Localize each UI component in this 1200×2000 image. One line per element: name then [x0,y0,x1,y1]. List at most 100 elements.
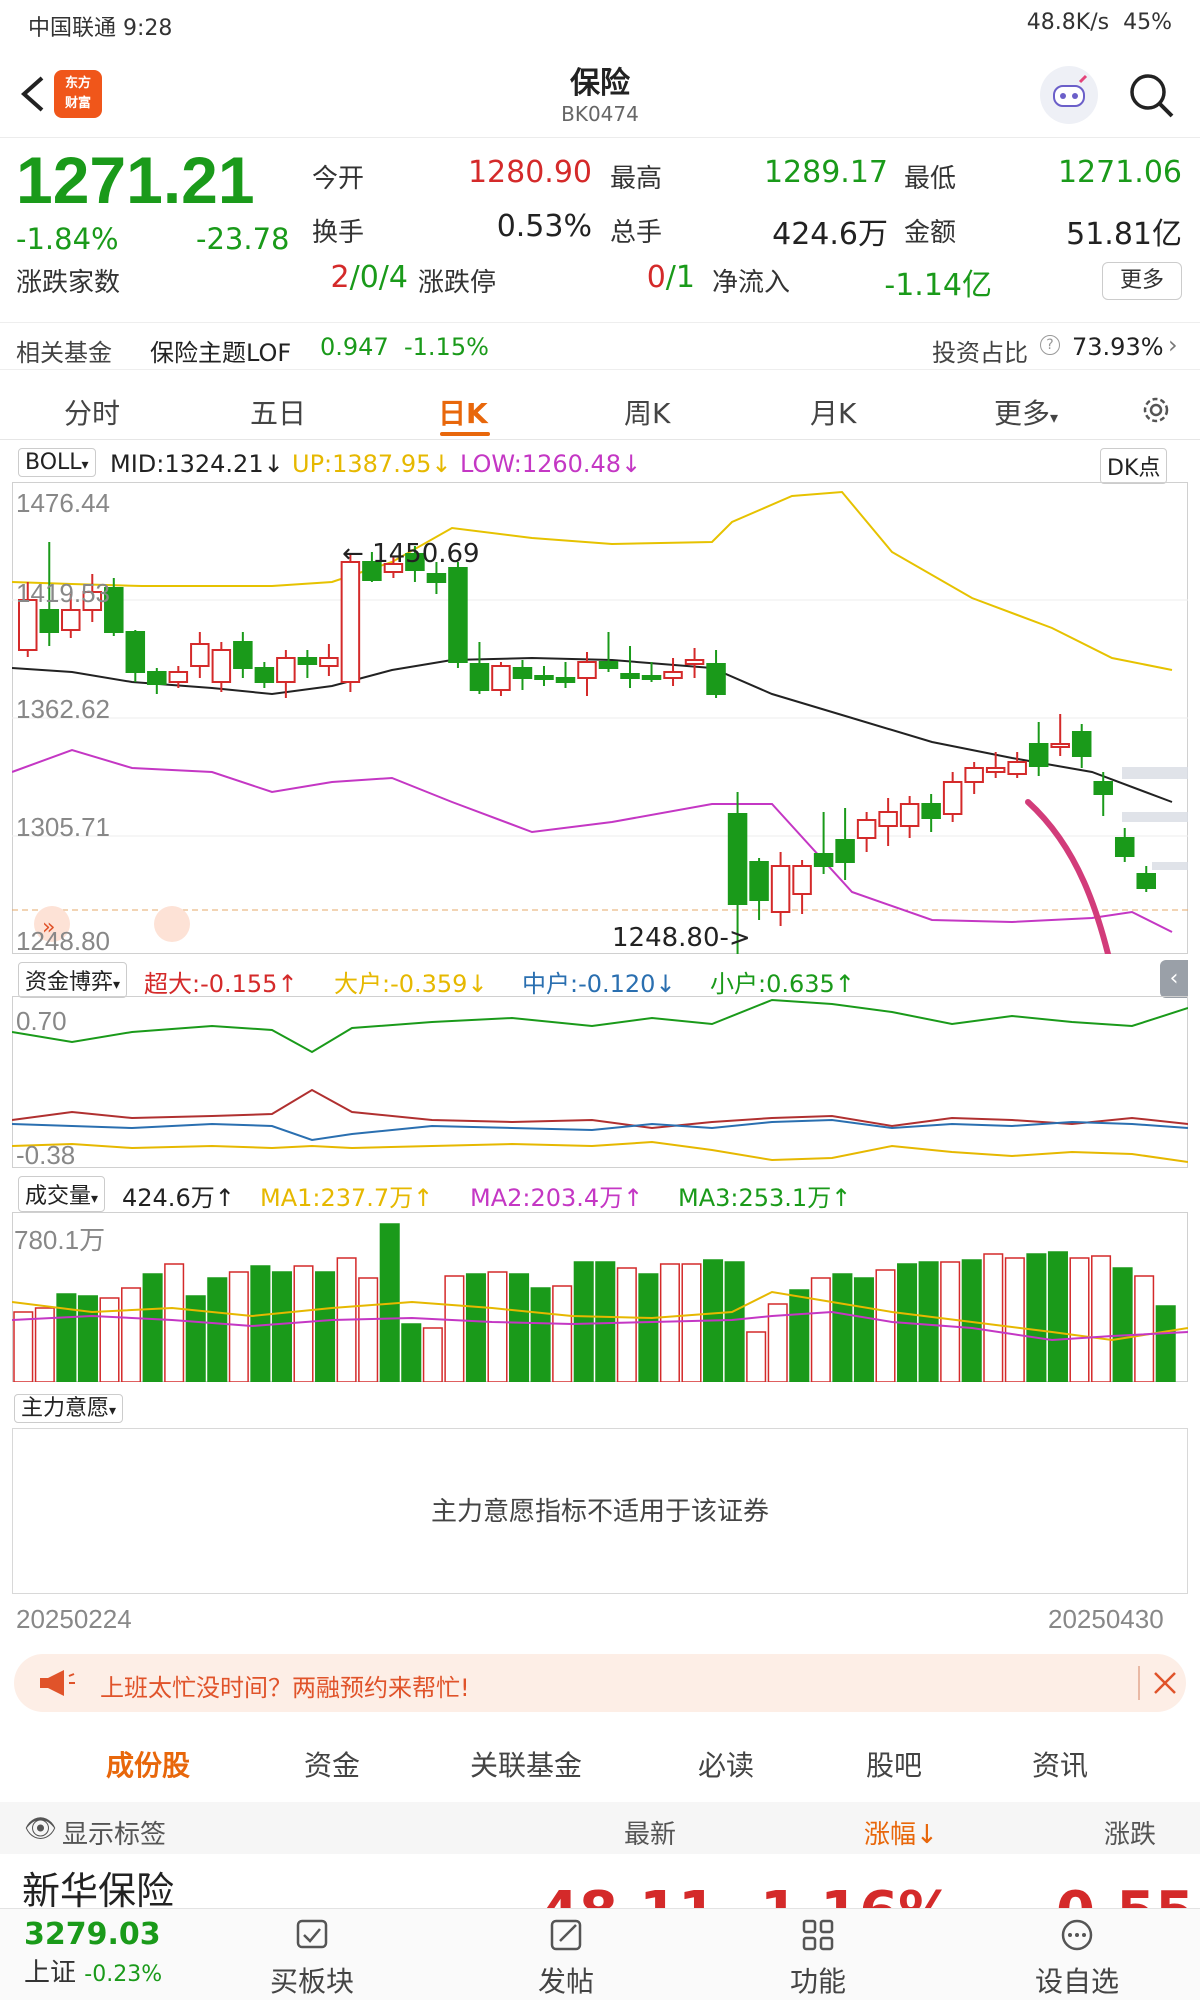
tab-daily-k[interactable]: 日K [438,392,488,432]
tab-constituents[interactable]: 成份股 [106,1744,190,1784]
active-tab-indicator [440,432,490,436]
high-marker-label: ← 1450.69 [342,539,480,569]
candle-body [125,631,146,673]
ratio-value: 73.93% [1072,333,1164,361]
index-widget[interactable]: 3279.03 上证 -0.23% [24,1917,162,1989]
volume-bar [487,1271,508,1382]
tab-related-funds[interactable]: 关联基金 [470,1744,582,1784]
candle-body [792,865,812,895]
price-axis-1: 1419.53 [16,578,110,608]
index-pct: -0.23% [84,1962,163,1987]
promo-text: 上班太忙没时间？两融预约来帮忙! [100,1674,470,1702]
volume-label: 总手 [610,218,663,248]
volume-bar [746,1331,767,1382]
sector-code: BK0474 [561,102,639,126]
period-tabs: 分时 五日 日K 周K 月K 更多▾ [0,374,1200,440]
tab-weekly-k[interactable]: 周K [624,392,670,432]
volume-bar [315,1271,336,1382]
fullscreen-icon[interactable] [154,906,190,942]
stock-change: 0.55 [1056,1880,1194,1908]
search-icon[interactable] [1126,70,1178,122]
change-amount: -23.78 [196,222,290,256]
volume-ma3: MA3:253.1万↑ [678,1184,852,1212]
candle-body [1136,873,1157,889]
related-fund-row[interactable]: 相关基金 保险主题LOF 0.947 -1.15% 投资占比 ? 73.93% … [0,322,1200,370]
candle-body [921,803,941,819]
candle-body [297,657,318,665]
boll-selector[interactable]: BOLL▾ [18,448,96,477]
candle-body [813,853,834,867]
boll-low: LOW:1260.48↓ [460,450,642,478]
flow-mid: 中户:-0.120↓ [522,970,676,998]
boll-low-line [12,748,1173,933]
collapse-panel-icon[interactable]: ‹ [1160,960,1188,998]
add-watchlist-button[interactable]: 设自选 [1022,1917,1132,2000]
assistant-robot-icon[interactable] [1040,66,1098,124]
volume-bar [509,1273,530,1382]
table-row[interactable]: 新华保险 48.11 1.16% 0.55 [0,1856,1200,1908]
kline-chart[interactable]: ← 1450.69 1248.80-> » [12,482,1188,954]
candle-body [684,659,705,665]
table-header: 👁 显示标签 最新 涨幅↓ 涨跌 [0,1802,1200,1854]
settings-gear-icon[interactable] [1138,392,1174,428]
tab-five-day[interactable]: 五日 [250,392,306,432]
chevron-right-icon[interactable]: › [1168,331,1178,359]
candle-body [598,661,619,669]
volume-bar [789,1289,810,1382]
tab-must-read[interactable]: 必读 [698,1744,754,1784]
volume-header: 成交量▾ 424.6万↑ MA1:237.7万↑ MA2:203.4万↑ MA3… [14,1176,1188,1212]
promo-banner[interactable]: 上班太忙没时间？两融预约来帮忙! [14,1654,1186,1712]
low-marker-label: 1248.80-> [612,923,751,953]
close-icon[interactable] [1152,1670,1178,1696]
flow-selector[interactable]: 资金博弈▾ [18,962,128,998]
candle-body [856,819,877,839]
price-axis-4: 1248.80 [16,926,110,956]
functions-button[interactable]: 功能 [768,1917,868,2000]
candle-body [1093,781,1113,795]
candle-body [985,767,1006,773]
candle-body [1028,743,1049,767]
highlight-bar [1122,812,1188,822]
volume-current: 424.6万↑ [122,1184,235,1212]
volume-bar [228,1271,249,1382]
detail-tabs: 成份股 资金 关联基金 必读 股吧 资讯 [0,1722,1200,1800]
col-latest[interactable]: 最新 [624,1814,676,1851]
col-change-pct[interactable]: 涨幅↓ [864,1814,938,1851]
volume-selector[interactable]: 成交量▾ [18,1176,106,1212]
tab-intraday[interactable]: 分时 [64,392,120,432]
tab-news[interactable]: 资讯 [1032,1744,1088,1784]
volume-bar [1026,1253,1047,1382]
dk-point-button[interactable]: DK点 [1100,448,1168,484]
bottom-toolbar: 3279.03 上证 -0.23% 买板块 发帖 功能 设自选 [0,1908,1200,2000]
volume-bar [552,1285,573,1382]
megaphone-icon [40,1670,75,1696]
tab-more[interactable]: 更多▾ [994,392,1058,432]
flow-big-line [12,1140,1188,1163]
will-selector[interactable]: 主力意愿▾ [14,1394,124,1423]
buy-sector-button[interactable]: 买板块 [262,1917,362,2000]
volume-bar [1091,1255,1112,1382]
tab-forum[interactable]: 股吧 [866,1744,922,1784]
help-icon[interactable]: ? [1040,335,1060,355]
fund-label: 相关基金 [16,339,112,367]
grid-icon [802,1919,834,1951]
tab-monthly-k[interactable]: 月K [810,392,856,432]
candle-body [469,663,490,691]
open-value: 1280.90 [467,155,592,190]
candle-body [663,671,683,679]
show-label-toggle[interactable]: 显示标签 [62,1814,166,1851]
fund-name[interactable]: 保险主题LOF [150,333,291,368]
volume-bar [638,1273,659,1382]
post-button[interactable]: 发帖 [516,1917,616,2000]
col-change[interactable]: 涨跌 [1104,1814,1156,1851]
volume-bars-group [13,1223,1176,1382]
candle-body [254,667,275,683]
boll-mid: MID:1324.21↓ [110,450,284,478]
more-quote-button[interactable]: 更多 [1102,262,1182,300]
limit-value: 0/1 [646,260,695,295]
tab-capital[interactable]: 资金 [304,1744,360,1784]
status-bar: 中国联通 9:28 48.8K/s 45% [0,0,1200,50]
flow-super-line [12,1088,1188,1130]
candle-body [512,667,533,679]
eye-icon[interactable]: 👁 [24,1814,57,1844]
